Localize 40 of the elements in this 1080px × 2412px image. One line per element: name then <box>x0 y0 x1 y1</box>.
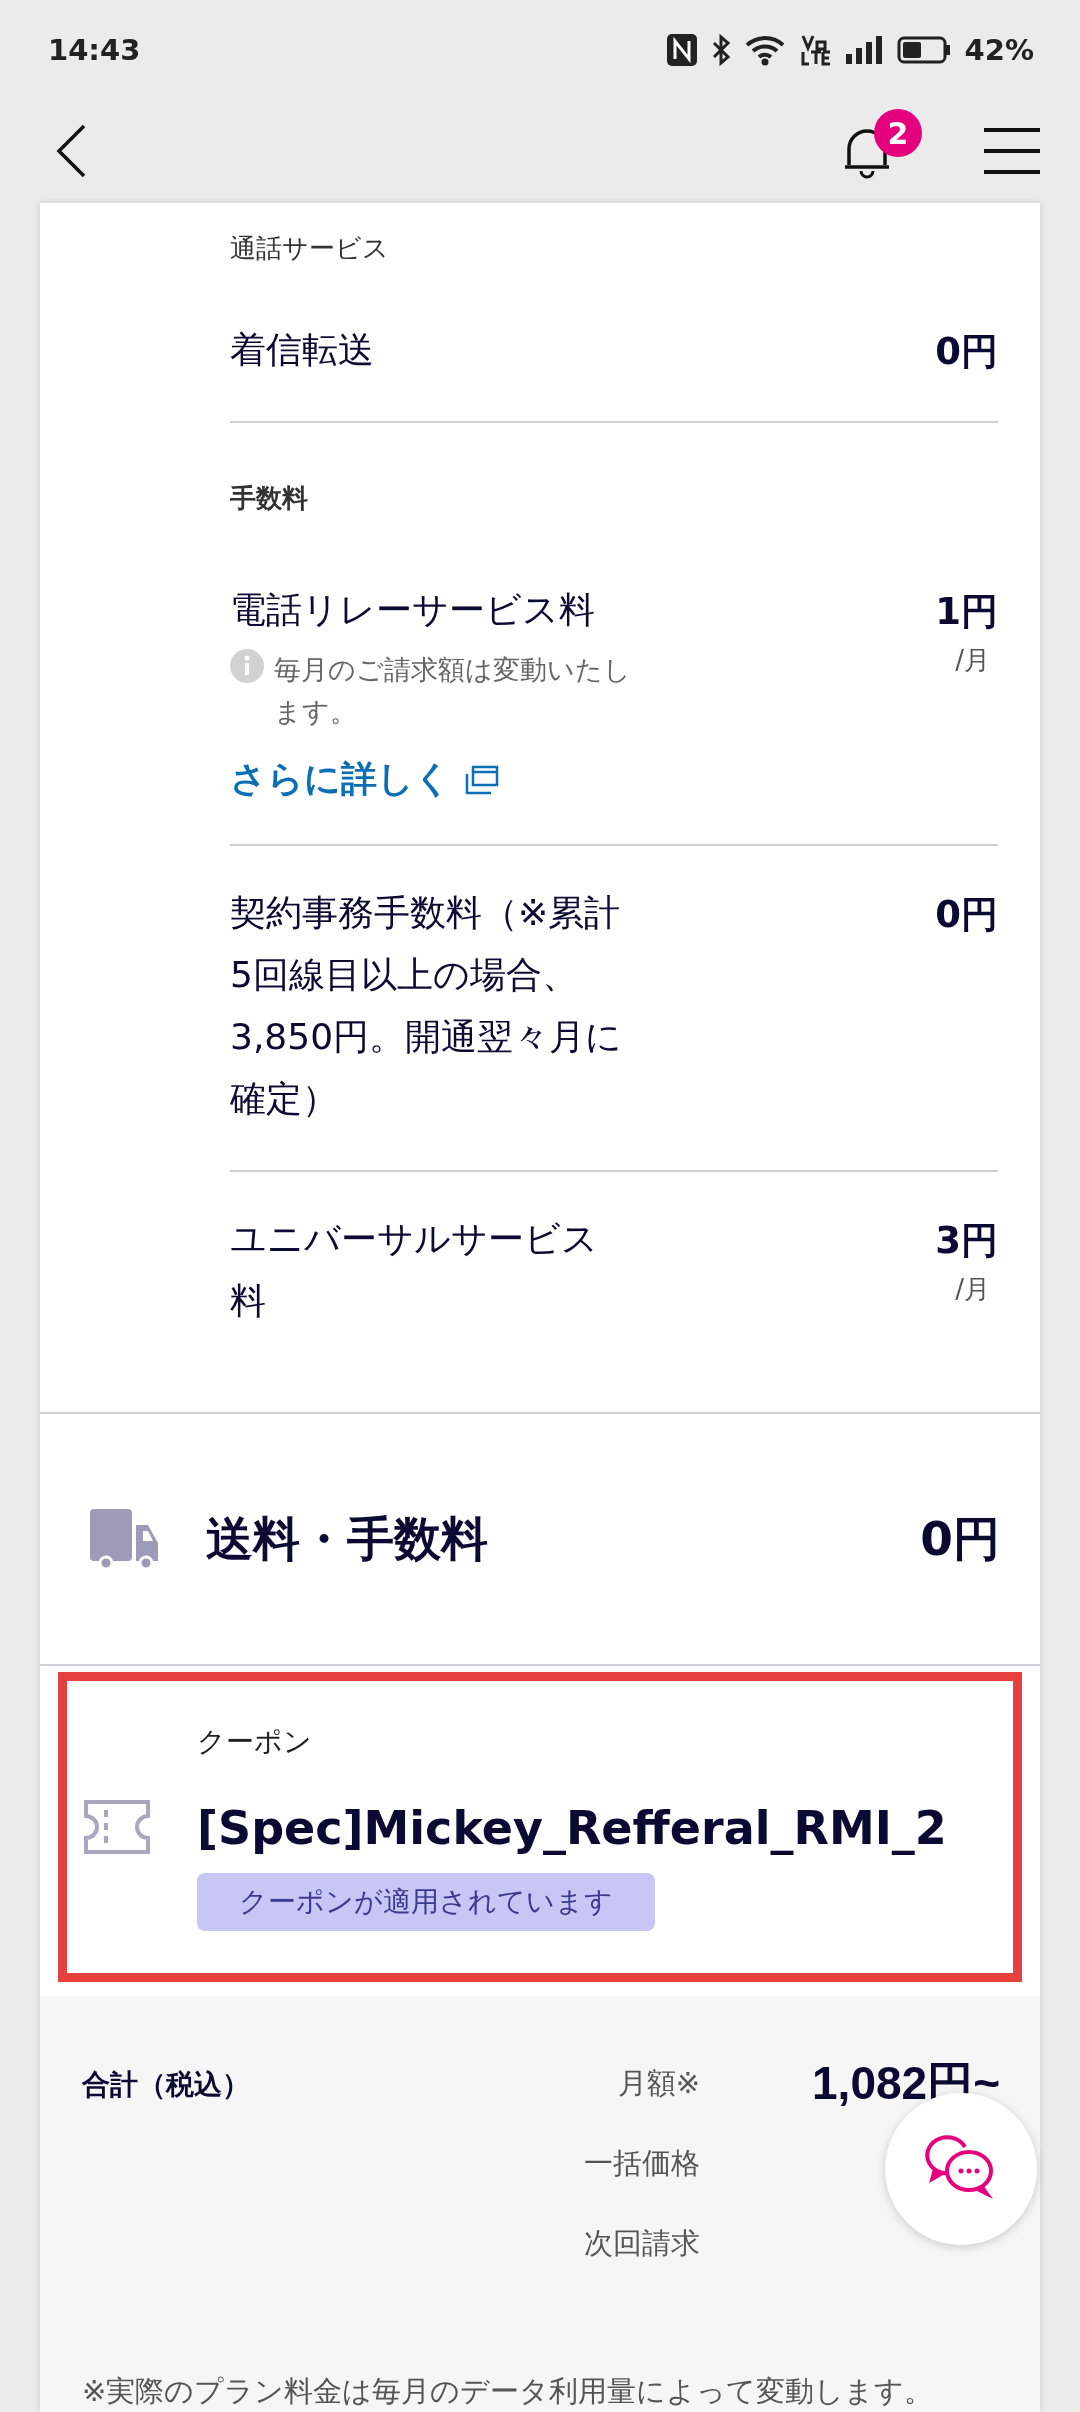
section-label: 通話サービス <box>230 232 390 265</box>
coupon-status-tag: クーポンが適用されています <box>197 1873 655 1931</box>
total-label: 合計（税込） <box>82 2067 251 2103</box>
fee-amount: 0円 <box>935 329 998 375</box>
menu-icon <box>984 127 1040 176</box>
external-window-icon <box>465 764 499 795</box>
status-time: 14:43 <box>48 32 141 67</box>
total-row-label: 月額※ <box>616 2065 700 2102</box>
notification-badge: 2 <box>874 109 922 158</box>
volte-icon <box>800 33 831 66</box>
coupon-name: [Spec]Mickey_Refferal_RMI_2 <box>197 1801 947 1855</box>
fee-name: ユニバーサルサービス料 <box>230 1217 599 1323</box>
fee-note: 毎月のご請求額は変動いたします。 <box>274 653 632 729</box>
shipping-title: 送料・手数料 <box>206 1509 489 1568</box>
total-row-label: 一括価格 <box>583 2145 700 2182</box>
fee-amount: 0円 <box>935 892 998 938</box>
total-row-label: 次回請求 <box>583 2225 700 2262</box>
nfc-icon <box>666 33 697 66</box>
back-icon <box>56 124 88 179</box>
info-icon <box>230 649 264 683</box>
fee-name: 着信転送 <box>230 328 375 372</box>
back-button[interactable] <box>56 124 88 179</box>
footnote: ※実際のプラン料金は毎月のデータ利用量によって変動します。 <box>82 2373 935 2410</box>
menu-button[interactable] <box>984 127 1040 176</box>
signal-icon <box>844 33 883 66</box>
fee-amount: 3円 <box>935 1218 998 1264</box>
ticket-icon <box>82 1798 152 1856</box>
fee-name: 契約事務手数料（※累計5回線目以上の場合、3,850円。開通翌々月に確定） <box>230 891 624 1121</box>
bluetooth-icon <box>710 33 731 66</box>
section-label: 手数料 <box>230 482 309 515</box>
fee-name: 電話リレーサービス料 <box>230 588 596 632</box>
fee-amount: 1円 <box>935 589 998 635</box>
fee-unit: /月 <box>955 644 990 677</box>
shipping-amount: 0円 <box>920 1509 1000 1568</box>
truck-icon <box>88 1507 160 1571</box>
more-details-link[interactable]: さらに詳しく <box>230 755 644 804</box>
battery-level: 42% <box>964 32 1034 67</box>
coupon-label: クーポン <box>197 1724 313 1760</box>
wifi-icon <box>744 33 787 66</box>
fee-unit: /月 <box>955 1273 990 1306</box>
